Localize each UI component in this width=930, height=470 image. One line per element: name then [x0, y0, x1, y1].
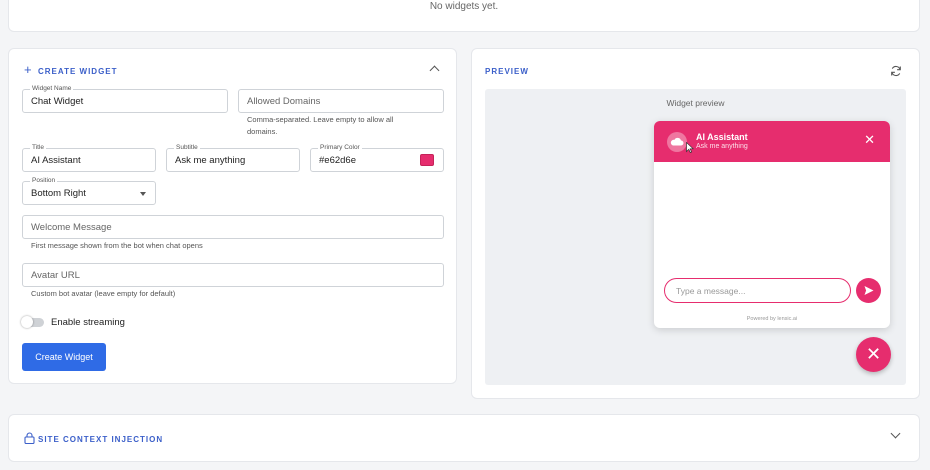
chat-message-input[interactable]: Type a message... [664, 278, 851, 303]
preview-canvas: Widget preview AI Assistant Ask me anyth… [485, 89, 906, 385]
chevron-up-icon[interactable] [429, 65, 440, 76]
streaming-toggle[interactable] [21, 316, 44, 328]
welcome-message-placeholder: Welcome Message [31, 222, 112, 233]
site-context-card[interactable]: SITE CONTEXT INJECTION [8, 414, 920, 462]
create-widget-card: + CREATE WIDGET Widget Name Chat Widget … [8, 48, 457, 384]
subtitle-field[interactable]: Subtitle Ask me anything [166, 143, 300, 172]
mouse-cursor-icon [686, 142, 694, 153]
create-widget-button[interactable]: Create Widget [22, 343, 106, 371]
position-value: Bottom Right [31, 188, 86, 199]
chat-subtitle: Ask me anything [696, 143, 748, 150]
title-field[interactable]: Title AI Assistant [22, 143, 156, 172]
primary-color-field[interactable]: Primary Color #e62d6e [310, 143, 444, 172]
widget-name-label: Widget Name [30, 84, 74, 93]
subtitle-value: Ask me anything [175, 155, 246, 166]
color-swatch[interactable] [420, 154, 434, 166]
welcome-message-field[interactable]: Welcome Message [22, 215, 444, 239]
toggle-knob [21, 316, 33, 328]
allowed-domains-help: Comma-separated. Leave empty to allow al… [247, 115, 394, 136]
welcome-message-help: First message shown from the bot when ch… [31, 241, 203, 250]
avatar-url-field[interactable]: Avatar URL [22, 263, 444, 287]
avatar-url-help: Custom bot avatar (leave empty for defau… [31, 289, 176, 298]
cloud-icon [670, 137, 684, 146]
refresh-icon[interactable] [890, 65, 902, 77]
empty-state-text: No widgets yet. [429, 1, 499, 12]
widgets-list-card: No widgets yet. [8, 0, 920, 32]
close-icon[interactable]: ✕ [864, 133, 875, 147]
title-label: Title [30, 143, 47, 152]
plus-icon: + [24, 62, 32, 77]
caret-down-icon [140, 192, 146, 196]
widget-name-value: Chat Widget [31, 96, 84, 107]
primary-color-value: #e62d6e [319, 155, 356, 166]
widget-name-field[interactable]: Widget Name Chat Widget [22, 84, 228, 113]
position-label: Position [30, 176, 58, 185]
chat-launcher-button[interactable]: ✕ [856, 337, 891, 372]
allowed-domains-field[interactable]: Allowed Domains [238, 89, 444, 113]
chat-title: AI Assistant [696, 132, 748, 142]
allowed-domains-placeholder: Allowed Domains [247, 96, 321, 107]
chat-input-placeholder: Type a message... [676, 286, 746, 296]
site-context-title: SITE CONTEXT INJECTION [38, 435, 164, 444]
create-widget-title: CREATE WIDGET [38, 67, 118, 76]
title-value: AI Assistant [31, 155, 81, 166]
bot-avatar [667, 132, 687, 152]
send-button[interactable] [856, 278, 881, 303]
preview-caption: Widget preview [666, 98, 725, 108]
position-select[interactable]: Position Bottom Right [22, 176, 156, 205]
primary-color-label: Primary Color [318, 143, 362, 152]
avatar-url-placeholder: Avatar URL [31, 270, 80, 281]
send-icon [864, 286, 874, 295]
lock-icon [24, 432, 35, 444]
powered-by-footer: Powered by lensic.ai [746, 316, 798, 322]
subtitle-label: Subtitle [174, 143, 200, 152]
chevron-down-icon[interactable] [890, 428, 901, 439]
preview-card: PREVIEW Widget preview AI Assistant Ask … [471, 48, 920, 399]
streaming-label: Enable streaming [51, 317, 125, 328]
preview-title: PREVIEW [485, 67, 529, 76]
